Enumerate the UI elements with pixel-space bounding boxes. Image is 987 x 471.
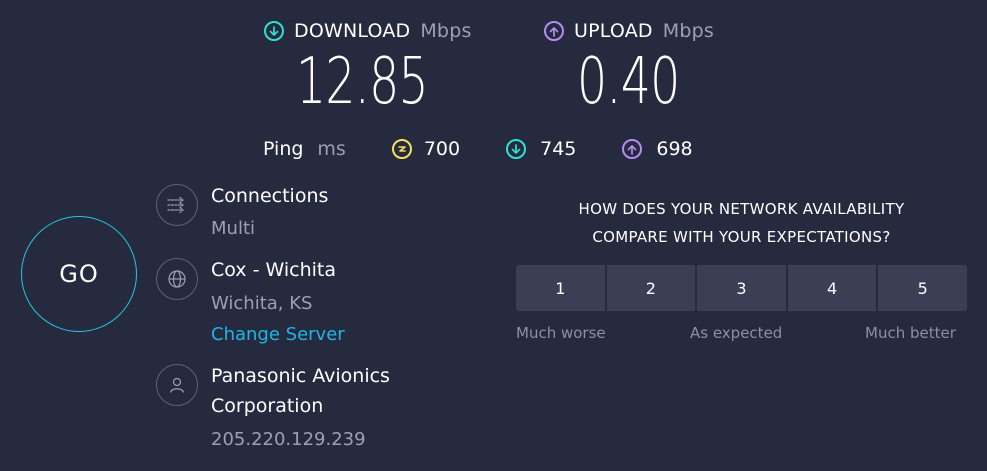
download-arrow-icon bbox=[506, 139, 527, 159]
survey-question-line1: HOW DOES YOUR NETWORK AVAILABILITY bbox=[578, 200, 905, 218]
rating-option-2[interactable]: 2 bbox=[606, 265, 696, 311]
download-arrow-icon bbox=[264, 21, 284, 41]
rating-option-3[interactable]: 3 bbox=[697, 265, 786, 311]
ping-unit: ms bbox=[317, 138, 346, 160]
change-server-link[interactable]: Change Server bbox=[211, 320, 345, 350]
server-title: Cox - Wichita bbox=[211, 259, 336, 281]
survey-question-line2: COMPARE WITH YOUR EXPECTATIONS? bbox=[592, 228, 891, 246]
rating-option-4[interactable]: 4 bbox=[787, 265, 877, 311]
user-icon bbox=[156, 364, 198, 406]
upload-unit: Mbps bbox=[662, 20, 714, 42]
upload-arrow-icon bbox=[544, 21, 564, 41]
rating-option-1[interactable]: 1 bbox=[516, 265, 605, 311]
globe-icon bbox=[156, 258, 198, 300]
scale-label-mid: As expected bbox=[690, 324, 783, 342]
scale-label-high: Much better bbox=[865, 324, 956, 342]
download-value: 12.85 bbox=[296, 45, 429, 119]
connections-value[interactable]: Multi bbox=[211, 214, 255, 244]
upload-label: UPLOAD bbox=[574, 20, 653, 42]
upload-arrow-icon bbox=[622, 139, 643, 159]
server-location: Wichita, KS bbox=[211, 293, 313, 314]
ping-idle-value: 700 bbox=[423, 138, 461, 160]
upload-value: 0.40 bbox=[577, 45, 680, 119]
ping-row: Ping ms 700 745 698 bbox=[263, 137, 693, 161]
download-label: DOWNLOAD bbox=[294, 20, 411, 42]
provider-name-line1: Panasonic Avionics bbox=[211, 365, 390, 387]
connections-icon[interactable] bbox=[156, 184, 198, 226]
ping-icon bbox=[391, 139, 412, 159]
go-button[interactable]: GO bbox=[21, 216, 137, 332]
upload-header: UPLOAD Mbps bbox=[544, 20, 714, 42]
ping-download-value: 745 bbox=[540, 138, 577, 160]
scale-label-low: Much worse bbox=[516, 324, 606, 342]
download-header: DOWNLOAD Mbps bbox=[264, 20, 472, 42]
survey-question: HOW DOES YOUR NETWORK AVAILABILITY COMPA… bbox=[516, 195, 967, 251]
provider-name-line2: Corporation bbox=[211, 395, 324, 417]
download-unit: Mbps bbox=[420, 20, 472, 42]
ping-label: Ping bbox=[263, 138, 304, 160]
connections-title: Connections bbox=[211, 185, 329, 207]
rating-option-5[interactable]: 5 bbox=[878, 265, 967, 311]
provider-ip: 205.220.129.239 bbox=[211, 429, 366, 450]
ping-upload-value: 698 bbox=[656, 138, 693, 160]
rating-options: 1 2 3 4 5 bbox=[516, 265, 967, 311]
